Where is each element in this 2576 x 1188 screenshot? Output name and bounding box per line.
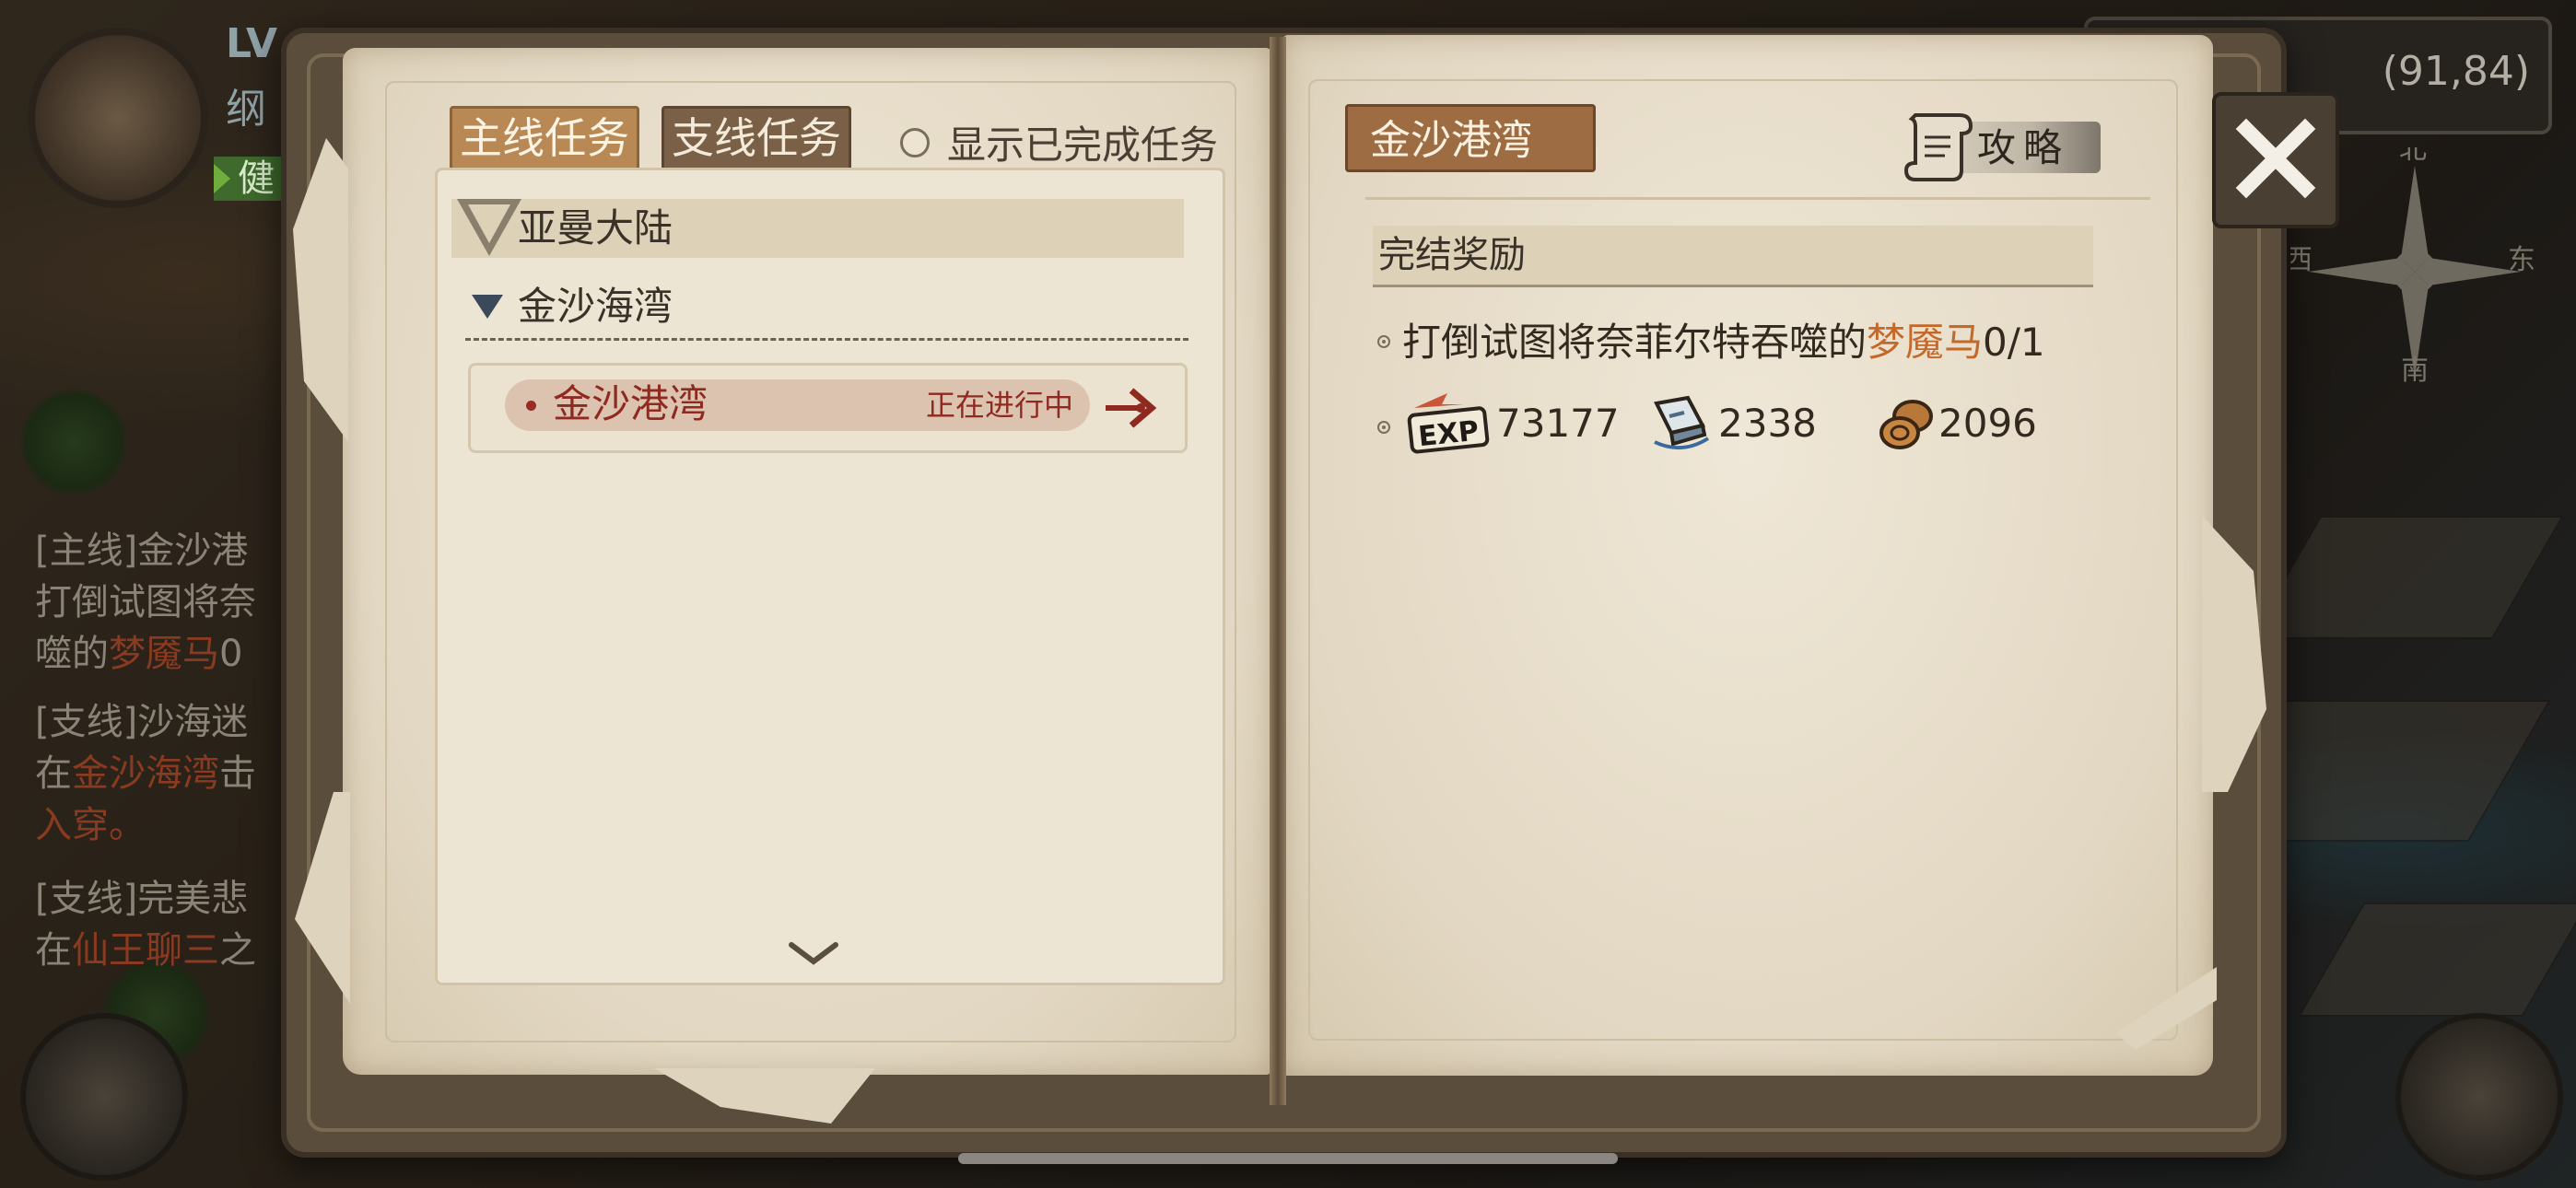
side-quest-body: 打倒试图将奈 xyxy=(35,581,256,623)
dashed-divider xyxy=(465,338,1188,341)
objective-text: 打倒试图将奈菲尔特吞噬的 xyxy=(1402,320,1868,365)
show-completed-radio[interactable] xyxy=(900,128,930,157)
quest-title-badge: 金沙港湾 xyxy=(1345,104,1596,172)
coin-icon xyxy=(1879,400,1933,449)
side-quest-body-line2: 噬的梦魇马0 xyxy=(35,633,243,675)
reward-section-title: 完结奖励 xyxy=(1378,234,1526,276)
side-quest-entry[interactable]: [主线]金沙港 打倒试图将奈 噬的梦魇马0 xyxy=(35,525,311,680)
right-page-border xyxy=(1308,79,2178,1041)
side-quest-title: [支线]沙海迷 xyxy=(35,701,249,743)
reward-bullet-icon xyxy=(1377,421,1390,434)
home-indicator-bar[interactable] xyxy=(958,1153,1618,1164)
book-reward-value: 2338 xyxy=(1718,401,1817,446)
settings-corner-button[interactable] xyxy=(20,1013,188,1181)
exp-icon: EXP xyxy=(1407,393,1490,454)
quest-bullet-icon xyxy=(526,401,536,411)
quest-list-item-name[interactable]: 金沙港湾 xyxy=(553,376,708,433)
close-icon[interactable] xyxy=(2235,118,2316,199)
region-collapse-icon-inner xyxy=(468,204,510,243)
show-completed-label[interactable]: 显示已完成任务 xyxy=(947,114,1218,170)
guide-button-label[interactable]: 攻略 xyxy=(1977,120,2069,177)
side-quest-title: [支线]完美悲 xyxy=(35,878,249,920)
player-level-label: LV xyxy=(226,20,278,67)
objective-progress: 0/1 xyxy=(1983,320,2045,365)
scroll-down-chevron-icon[interactable] xyxy=(788,939,839,967)
side-quest-body: 在金沙海湾击 xyxy=(35,752,256,795)
player-name: 纲 xyxy=(226,86,266,133)
objective-target: 梦魇马 xyxy=(1867,320,1984,365)
side-quest-title: [主线]金沙港 xyxy=(35,530,249,572)
compass-east: 东 xyxy=(2508,244,2535,276)
side-quest-body: 在仙王聊三之 xyxy=(35,929,256,972)
quest-objective: 打倒试图将奈菲尔特吞噬的梦魇马0/1 xyxy=(1402,316,2045,369)
compass-north: 北 xyxy=(2399,147,2427,166)
region-label[interactable]: 亚曼大陆 xyxy=(518,199,673,258)
scroll-icon[interactable] xyxy=(1903,106,1976,184)
subregion-label[interactable]: 金沙海湾 xyxy=(518,279,673,334)
side-quest-entry[interactable]: [支线]沙海迷 在金沙海湾击 入穿。 xyxy=(35,696,311,851)
exp-reward-value: 73177 xyxy=(1496,401,1620,446)
compass-south: 南 xyxy=(2401,355,2429,387)
coin-reward-value: 2096 xyxy=(1938,401,2037,446)
tab-side-quests[interactable]: 支线任务 xyxy=(662,106,851,170)
tab-main-quests[interactable]: 主线任务 xyxy=(450,106,639,170)
player-avatar[interactable] xyxy=(28,28,208,208)
book-icon xyxy=(1654,395,1710,449)
side-quest-body-line2: 入穿。 xyxy=(35,804,146,846)
coordinates-readout: (91,84) xyxy=(2382,48,2530,95)
go-to-quest-arrow-icon[interactable] xyxy=(1104,385,1159,431)
objective-bullet-icon xyxy=(1377,335,1390,348)
svg-text:EXP: EXP xyxy=(1417,415,1481,454)
side-quest-entry[interactable]: [支线]完美悲 在仙王聊三之 xyxy=(35,873,311,976)
home-corner-button[interactable] xyxy=(2395,1013,2563,1181)
subregion-expand-icon[interactable] xyxy=(472,295,503,319)
header-divider xyxy=(1365,197,2150,200)
book-spine xyxy=(1270,37,1286,1105)
compass-west: 西 xyxy=(2290,244,2313,276)
quest-status-label: 正在进行中 xyxy=(926,388,1074,423)
